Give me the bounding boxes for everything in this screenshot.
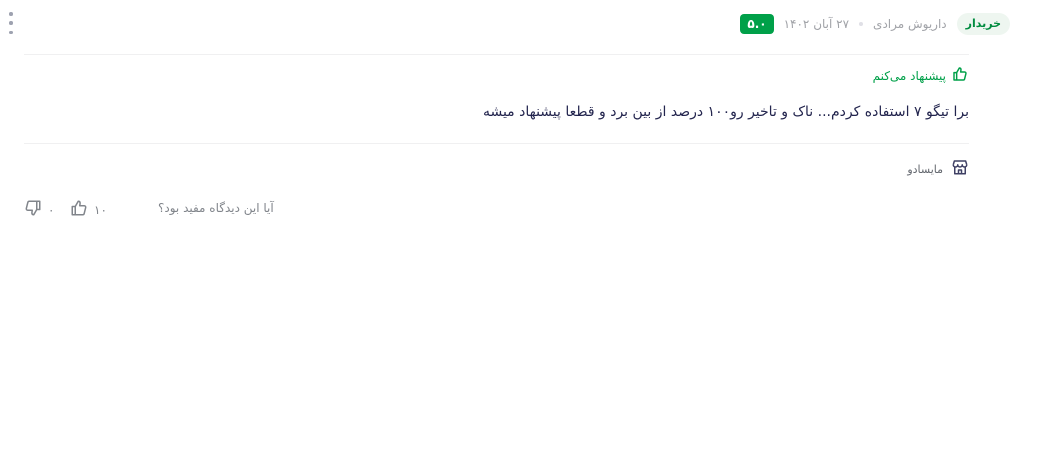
rating-badge: ۵.۰ <box>740 14 774 34</box>
review-date: ۲۷ آبان ۱۴۰۲ <box>783 17 850 31</box>
buyer-badge: خریدار <box>956 13 1010 35</box>
helpful-question: آیا این دیدگاه مفید بود؟ <box>158 201 274 215</box>
review-header: ۵.۰ ۲۷ آبان ۱۴۰۲ داریوش مرادی خریدار <box>740 13 1010 35</box>
like-button[interactable]: ۱۰ <box>70 199 107 221</box>
seller-name: مایسادو <box>907 162 943 176</box>
store-icon <box>951 158 969 180</box>
thumb-up-icon <box>70 199 88 221</box>
seller-info: مایسادو <box>907 158 969 180</box>
recommendation-label: پیشنهاد می‌کنم <box>872 69 946 83</box>
divider <box>24 143 969 144</box>
dislike-button[interactable]: ۰ <box>24 199 54 221</box>
thumb-up-icon <box>952 66 968 86</box>
review-text: برا تیگو ۷ استفاده کردم... ناک و تاخیر ر… <box>482 104 969 120</box>
review-author: داریوش مرادی <box>873 17 947 31</box>
more-vertical-icon-dot <box>9 21 13 25</box>
dislike-count: ۰ <box>48 203 55 217</box>
like-count: ۱۰ <box>94 203 107 217</box>
recommendation: پیشنهاد می‌کنم <box>873 66 968 86</box>
divider <box>24 54 969 55</box>
more-vertical-icon-dot <box>9 30 13 34</box>
more-options-button[interactable] <box>4 12 18 34</box>
more-vertical-icon <box>9 12 13 16</box>
thumb-down-icon <box>24 199 42 221</box>
separator-dot <box>859 22 864 26</box>
